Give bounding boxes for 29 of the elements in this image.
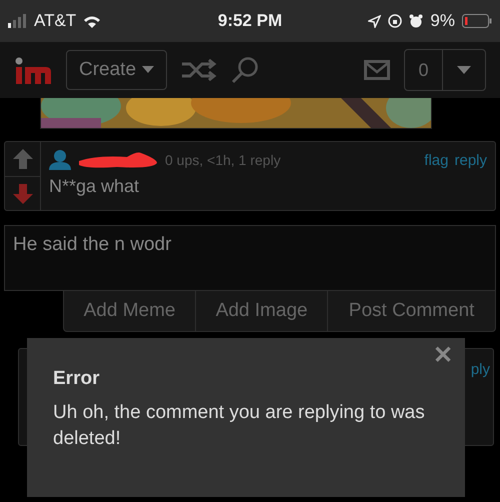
dialog-message: Uh oh, the comment you are replying to was deleted!: [53, 401, 426, 451]
comment-action-link[interactable]: ply: [470, 361, 490, 433]
caret-icon: [142, 66, 154, 74]
comment-form-button[interactable]: Post Comment: [327, 291, 495, 331]
comment-form-button[interactable]: Add Meme: [64, 291, 196, 331]
close-button[interactable]: ✕: [427, 340, 459, 371]
shuffle-icon[interactable]: [181, 59, 218, 81]
down-arrow-icon: [12, 184, 32, 204]
comment-action-link[interactable]: flag: [424, 152, 448, 168]
battery-icon: [462, 14, 492, 28]
location-icon: [368, 14, 382, 28]
wifi-icon: [82, 14, 102, 28]
dialog-title: Error: [53, 368, 100, 390]
caret-icon: [457, 66, 471, 74]
battery-percent: 9%: [430, 11, 455, 31]
comment-form-button[interactable]: Add Image: [195, 291, 328, 331]
rotation-lock-icon: [388, 14, 402, 28]
signal-icon: [8, 14, 28, 28]
search-icon[interactable]: [231, 56, 260, 84]
create-button[interactable]: Create: [66, 50, 168, 90]
comment-text: N**ga what: [49, 175, 140, 198]
carrier-name: AT&T: [34, 11, 76, 31]
comment-action-link[interactable]: reply: [454, 152, 487, 168]
mail-icon[interactable]: [364, 60, 390, 80]
user-avatar-icon: [49, 150, 71, 170]
comment-meta: 0 ups, <1h, 1 reply: [165, 152, 281, 168]
reply-field[interactable]: He said the n wodr: [4, 225, 496, 291]
clock-time: 9:52 PM: [218, 11, 282, 30]
up-arrow-icon: [12, 149, 32, 169]
